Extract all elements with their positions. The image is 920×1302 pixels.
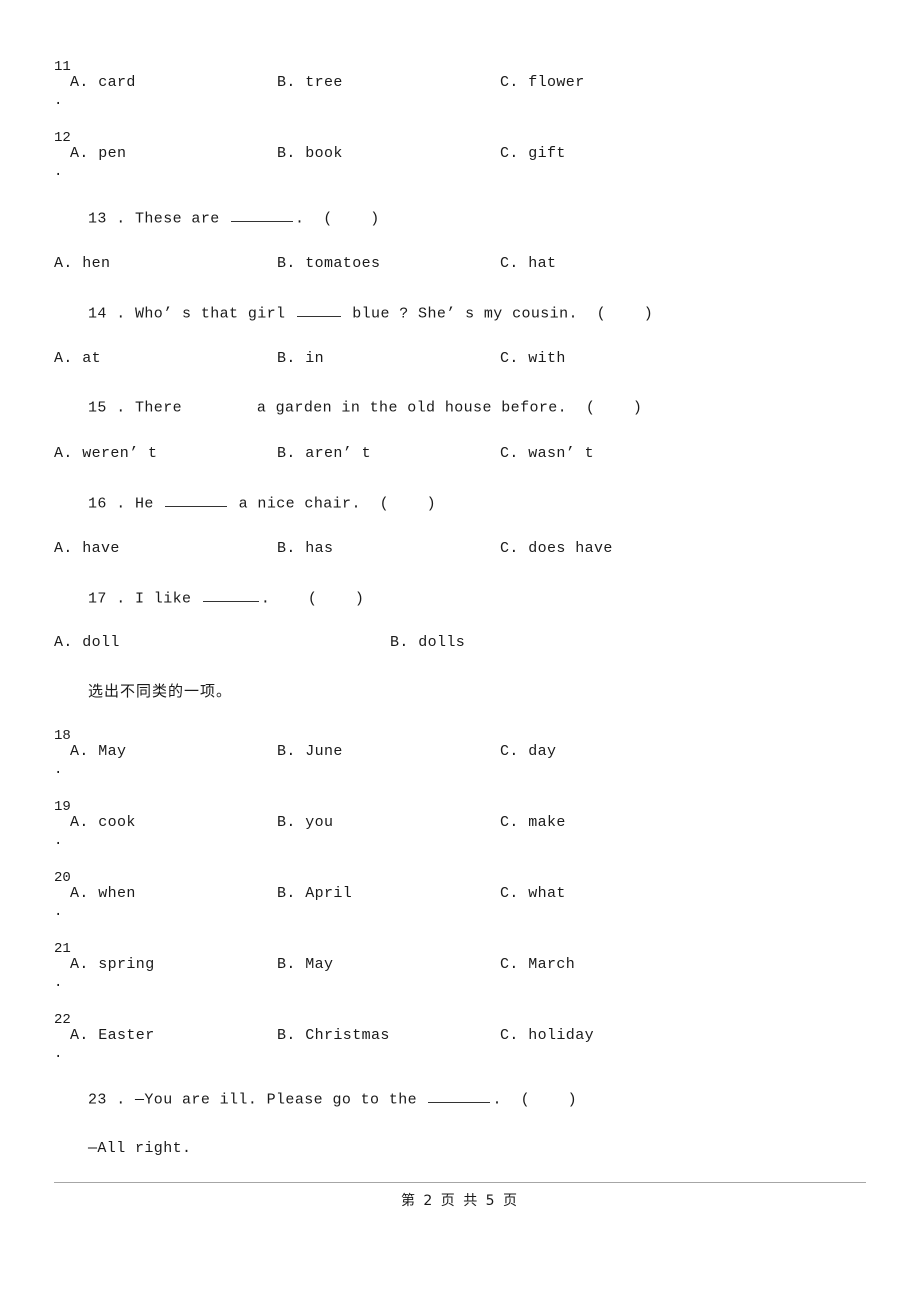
stem-text-before-blank: 13 . These are bbox=[88, 210, 230, 228]
option-b[interactable]: B. in bbox=[277, 350, 324, 367]
item-number-12: 12 bbox=[54, 130, 71, 146]
question-stem-13: 13 . These are . ( ) bbox=[88, 207, 380, 227]
question-item-19: 19 . A. cook B. you C. make bbox=[0, 800, 920, 866]
stem-text-after-blank: a nice chair. ( ) bbox=[229, 495, 437, 513]
question-stem-16: 16 . He a nice chair. ( ) bbox=[88, 492, 436, 512]
item-number-dot-20: . bbox=[54, 904, 63, 920]
option-a[interactable]: A. pen bbox=[70, 145, 126, 162]
option-b[interactable]: B. aren’ t bbox=[277, 445, 371, 462]
question-item-22: 22 . A. Easter B. Christmas C. holiday bbox=[0, 1013, 920, 1079]
question-item-20: 20 . A. when B. April C. what bbox=[0, 871, 920, 937]
stem-text-before-blank: 15 . There bbox=[88, 399, 192, 417]
item-number-dot-19: . bbox=[54, 833, 63, 849]
option-a[interactable]: A. when bbox=[70, 885, 136, 902]
option-c[interactable]: C. does have bbox=[500, 540, 613, 557]
option-c[interactable]: C. day bbox=[500, 743, 556, 760]
footer-separator bbox=[54, 1182, 866, 1183]
question-reply-23: —All right. bbox=[88, 1140, 192, 1157]
item-number-dot-22: . bbox=[54, 1046, 63, 1062]
question-stem-14: 14 . Who’ s that girl blue ? She’ s my c… bbox=[88, 302, 653, 322]
item-number-19: 19 bbox=[54, 799, 71, 815]
answer-blank[interactable] bbox=[231, 207, 294, 223]
stem-text-after-blank: . ( ) bbox=[295, 210, 380, 228]
stem-text-before-blank: 16 . He bbox=[88, 495, 164, 513]
option-a[interactable]: A. at bbox=[54, 350, 101, 367]
option-b[interactable]: B. dolls bbox=[390, 634, 465, 651]
stem-text-before-blank: 17 . I like bbox=[88, 590, 201, 608]
option-b[interactable]: B. May bbox=[277, 956, 333, 973]
item-number-20: 20 bbox=[54, 870, 71, 886]
page-footer: 第 2 页 共 5 页 bbox=[400, 1193, 520, 1209]
item-number-dot-18: . bbox=[54, 762, 63, 778]
option-a[interactable]: A. cook bbox=[70, 814, 136, 831]
option-c[interactable]: C. hat bbox=[500, 255, 556, 272]
stem-text-before-blank: 14 . Who’ s that girl bbox=[88, 305, 295, 323]
exam-page: 11 . A. card B. tree C. flower 12 . A. p… bbox=[0, 0, 920, 1302]
item-number-22: 22 bbox=[54, 1012, 71, 1028]
question-stem-15: 15 . There a garden in the old house bef… bbox=[88, 397, 642, 416]
question-stem-23: 23 . —You are ill. Please go to the . ( … bbox=[88, 1088, 577, 1108]
section-instruction: 选出不同类的一项。 bbox=[88, 682, 233, 700]
option-b[interactable]: B. Christmas bbox=[277, 1027, 390, 1044]
option-a[interactable]: A. Easter bbox=[70, 1027, 155, 1044]
option-c[interactable]: C. gift bbox=[500, 145, 566, 162]
item-number-dot-11: . bbox=[54, 93, 63, 109]
question-item-18: 18 . A. May B. June C. day bbox=[0, 729, 920, 795]
item-number-dot-12: . bbox=[54, 164, 63, 180]
option-a[interactable]: A. May bbox=[70, 743, 126, 760]
stem-text-after-blank: a garden in the old house before. ( ) bbox=[247, 399, 643, 417]
answer-blank[interactable] bbox=[428, 1088, 491, 1104]
option-c[interactable]: C. what bbox=[500, 885, 566, 902]
option-b[interactable]: B. tomatoes bbox=[277, 255, 380, 272]
item-number-18: 18 bbox=[54, 728, 71, 744]
option-b[interactable]: B. tree bbox=[277, 74, 343, 91]
option-c[interactable]: C. wasn’ t bbox=[500, 445, 594, 462]
answer-blank[interactable] bbox=[202, 587, 259, 603]
option-a[interactable]: A. hen bbox=[54, 255, 110, 272]
stem-text-after-blank: . ( ) bbox=[260, 590, 365, 608]
option-b[interactable]: B. has bbox=[277, 540, 333, 557]
option-c[interactable]: C. March bbox=[500, 956, 575, 973]
option-b[interactable]: B. you bbox=[277, 814, 333, 831]
stem-text-after-blank: . ( ) bbox=[492, 1091, 578, 1109]
answer-blank[interactable] bbox=[165, 492, 228, 508]
answer-blank[interactable] bbox=[296, 302, 341, 318]
question-item-11: 11 . A. card B. tree C. flower bbox=[0, 60, 920, 126]
option-c[interactable]: C. holiday bbox=[500, 1027, 594, 1044]
item-number-21: 21 bbox=[54, 941, 71, 957]
option-a[interactable]: A. weren’ t bbox=[54, 445, 157, 462]
option-a[interactable]: A. spring bbox=[70, 956, 155, 973]
stem-text-before-blank: 23 . —You are ill. Please go to the bbox=[88, 1091, 427, 1109]
question-item-12: 12 . A. pen B. book C. gift bbox=[0, 131, 920, 197]
option-a[interactable]: A. have bbox=[54, 540, 120, 557]
option-c[interactable]: C. with bbox=[500, 350, 566, 367]
question-stem-17: 17 . I like . ( ) bbox=[88, 587, 364, 607]
answer-blank[interactable] bbox=[193, 397, 245, 411]
item-number-dot-21: . bbox=[54, 975, 63, 991]
stem-text-after-blank: blue ? She’ s my cousin. ( ) bbox=[342, 305, 654, 323]
option-b[interactable]: B. book bbox=[277, 145, 343, 162]
option-b[interactable]: B. April bbox=[277, 885, 352, 902]
option-a[interactable]: A. card bbox=[70, 74, 136, 91]
option-c[interactable]: C. make bbox=[500, 814, 566, 831]
option-b[interactable]: B. June bbox=[277, 743, 343, 760]
option-a[interactable]: A. doll bbox=[54, 634, 120, 651]
option-c[interactable]: C. flower bbox=[500, 74, 585, 91]
question-item-21: 21 . A. spring B. May C. March bbox=[0, 942, 920, 1008]
item-number-11: 11 bbox=[54, 59, 71, 75]
